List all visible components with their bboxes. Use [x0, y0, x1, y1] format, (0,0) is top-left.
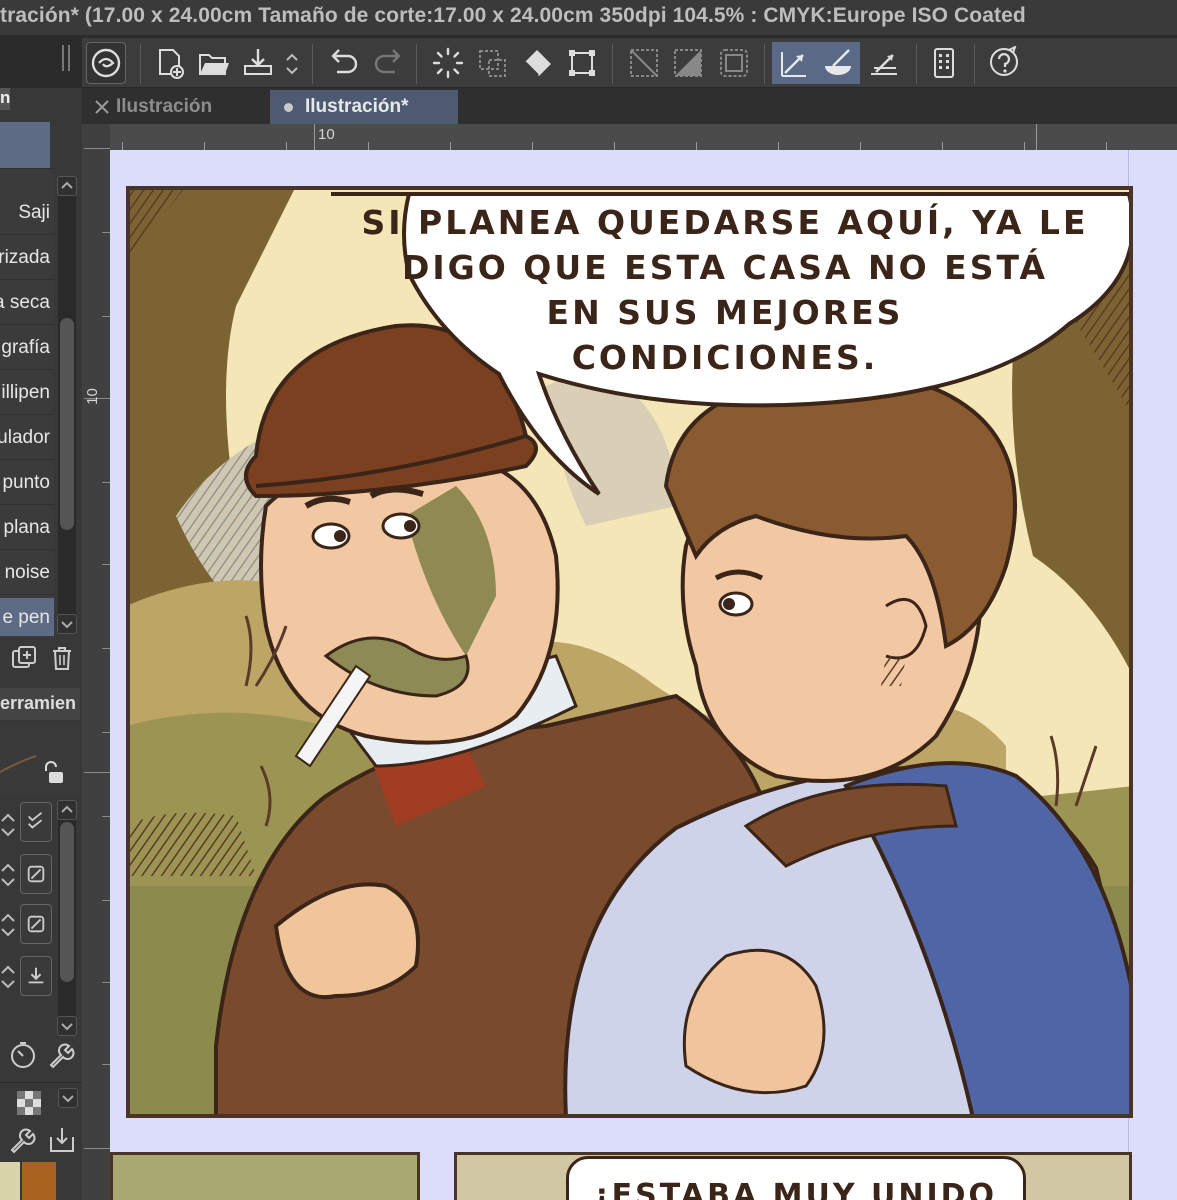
trash-icon[interactable] [48, 644, 76, 672]
horizontal-ruler [110, 124, 1177, 150]
tool-property-header: erramien [0, 688, 80, 720]
frame-border-icon[interactable] [714, 42, 754, 84]
property-scroll-down-icon[interactable] [57, 1016, 77, 1036]
disable-button[interactable] [20, 904, 52, 944]
speech-line: EN SUS MEJORES [546, 293, 904, 332]
selection-sparkle-icon[interactable] [428, 42, 468, 84]
list-item[interactable]: noise [5, 562, 50, 584]
toolbar-grip[interactable] [62, 45, 74, 71]
redo-icon[interactable] [368, 42, 408, 84]
open-folder-icon[interactable] [194, 42, 234, 84]
horizontal-ruler-label: 10 [318, 126, 335, 143]
color-swatch[interactable] [22, 1162, 56, 1200]
speech-line: DIGO QUE ESTA CASA NO ESTÁ [402, 248, 1048, 287]
device-settings-icon[interactable] [924, 42, 964, 84]
color-menu-chevron-icon[interactable] [58, 1088, 78, 1108]
close-icon[interactable] [94, 99, 110, 115]
new-file-icon[interactable] [150, 42, 190, 84]
timer-icon[interactable] [8, 1040, 38, 1070]
grid-off-icon[interactable] [624, 42, 664, 84]
clip-studio-icon[interactable] [86, 42, 126, 84]
sub-tool-list: Saji rizada a seca grafía illipen ulador… [0, 168, 54, 638]
list-item[interactable]: ulador [0, 427, 50, 449]
help-icon[interactable] [984, 42, 1024, 84]
wrench-icon[interactable] [6, 1124, 38, 1156]
property-scroll-thumb[interactable] [60, 822, 74, 982]
property-scroll-up-icon[interactable] [57, 800, 77, 820]
duplicate-subtool-icon[interactable] [10, 644, 38, 672]
vertical-ruler [82, 124, 110, 1200]
snap-to-special-ruler-icon[interactable] [816, 42, 860, 84]
window-title: tración* (17.00 x 24.00cm Tamaño de cort… [0, 4, 1026, 27]
scroll-up-icon[interactable] [57, 176, 77, 196]
speech-line: SI PLANEA QUEDARSE AQUÍ, YA LE [361, 203, 1089, 242]
tab-label: Ilustración* [305, 96, 409, 117]
list-item[interactable]: punto [2, 472, 50, 494]
export-options-chevron-icon[interactable] [284, 50, 300, 78]
wrench-icon[interactable] [46, 1040, 76, 1070]
stepper-icon[interactable] [0, 908, 16, 942]
list-item[interactable]: illipen [1, 382, 50, 404]
export-icon[interactable] [238, 42, 278, 84]
selection-crop-icon[interactable] [472, 42, 512, 84]
lock-icon[interactable] [40, 760, 66, 786]
tab-ilustracion[interactable]: Ilustración [92, 90, 268, 124]
unsaved-dot-icon [284, 102, 293, 112]
tab-ilustracion-active[interactable]: Ilustración* [270, 90, 458, 124]
enable-check-button[interactable] [20, 802, 52, 842]
color-swatch[interactable] [0, 1162, 20, 1200]
panel-tab-label: n [0, 88, 11, 107]
stepper-icon[interactable] [0, 960, 16, 994]
stepper-icon[interactable] [0, 858, 16, 892]
speech-bubble-text: SI PLANEA QUEDARSE AQUÍ, YA LE DIGO QUE … [330, 200, 1120, 380]
transparent-color-icon[interactable] [14, 1088, 44, 1118]
list-item-selected[interactable]: e pen [0, 598, 54, 636]
list-item[interactable]: a seca [0, 292, 50, 314]
scroll-thumb[interactable] [60, 318, 74, 530]
snap-off-icon[interactable] [668, 42, 708, 84]
scroll-down-icon[interactable] [57, 614, 77, 634]
next-speech-text: ¡ESTABA MUY UNIDO [594, 1178, 998, 1200]
list-item[interactable]: plana [4, 517, 51, 539]
list-item[interactable]: grafía [1, 337, 50, 359]
disable-button[interactable] [20, 854, 52, 894]
title-bar: tración* (17.00 x 24.00cm Tamaño de cort… [0, 0, 1177, 36]
next-panel-left[interactable] [110, 1152, 420, 1200]
brush-group-selected[interactable] [0, 122, 50, 168]
fill-icon[interactable] [518, 42, 558, 84]
undo-icon[interactable] [324, 42, 364, 84]
speech-line: CONDICIONES. [571, 338, 879, 377]
stepper-icon[interactable] [0, 808, 16, 842]
download-button[interactable] [20, 956, 52, 996]
list-item[interactable]: Saji [18, 202, 50, 224]
list-item[interactable]: rizada [0, 247, 50, 269]
vertical-ruler-label: 10 [83, 388, 101, 405]
import-icon[interactable] [46, 1124, 78, 1156]
snap-to-ruler-icon[interactable] [772, 42, 816, 84]
transform-icon[interactable] [562, 42, 602, 84]
tab-label: Ilustración [116, 96, 213, 117]
perspective-ruler-icon[interactable] [864, 42, 904, 84]
